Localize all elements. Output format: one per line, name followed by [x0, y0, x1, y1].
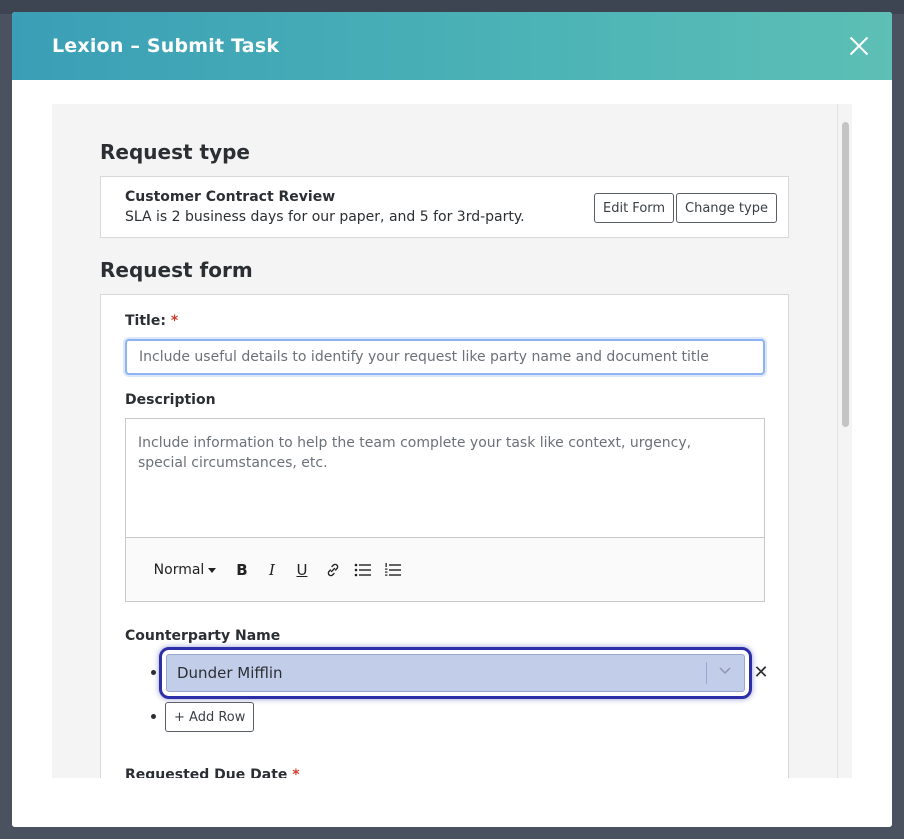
format-dropdown[interactable]: Normal	[153, 558, 217, 582]
modal-title: Lexion – Submit Task	[52, 35, 280, 57]
submit-task-modal: Lexion – Submit Task Request type Custom…	[12, 12, 892, 827]
select-divider	[706, 662, 707, 684]
description-editor[interactable]: Include information to help the team com…	[125, 418, 765, 602]
list-bullet	[151, 670, 156, 675]
title-input[interactable]: Include useful details to identify your …	[125, 339, 765, 375]
format-dropdown-label: Normal	[153, 562, 205, 578]
scrollbar-thumb[interactable]	[842, 122, 849, 427]
description-label: Description	[125, 392, 216, 408]
list-bullet	[151, 714, 156, 719]
request-form-card: Title: * Include useful details to ident…	[100, 294, 789, 778]
scrollbar[interactable]	[837, 104, 852, 778]
modal-header: Lexion – Submit Task	[12, 12, 892, 80]
title-label: Title: *	[125, 313, 178, 329]
add-row-button[interactable]: + Add Row	[165, 702, 255, 732]
due-date-label: Requested Due Date *	[125, 767, 300, 778]
underline-button[interactable]: U	[292, 558, 312, 582]
edit-form-button[interactable]: Edit Form	[594, 193, 675, 223]
counterparty-label: Counterparty Name	[125, 628, 281, 644]
link-icon[interactable]	[322, 558, 344, 582]
change-type-button[interactable]: Change type	[676, 193, 777, 223]
numbered-list-icon[interactable]	[382, 558, 404, 582]
required-mark: *	[292, 767, 300, 778]
bulleted-list-icon[interactable]	[352, 558, 374, 582]
modal-footer	[12, 778, 892, 827]
italic-button[interactable]: I	[262, 558, 282, 582]
close-icon[interactable]	[846, 33, 872, 59]
counterparty-value: Dunder Mifflin	[177, 664, 283, 682]
request-type-description: SLA is 2 business days for our paper, an…	[125, 209, 525, 225]
modal-body: Request type Customer Contract Review SL…	[52, 104, 852, 778]
counterparty-select[interactable]: Dunder Mifflin	[166, 654, 745, 692]
counterparty-select-focus: Dunder Mifflin	[159, 647, 752, 699]
description-placeholder: Include information to help the team com…	[138, 435, 692, 471]
editor-toolbar: Normal B I U	[126, 537, 764, 601]
request-type-heading: Request type	[100, 140, 250, 164]
caret-down-icon	[208, 567, 217, 573]
title-label-text: Title:	[125, 313, 166, 329]
bold-button[interactable]: B	[232, 558, 252, 582]
request-form-heading: Request form	[100, 258, 253, 282]
remove-icon[interactable]: ✕	[750, 661, 772, 683]
required-mark: *	[170, 313, 179, 329]
request-type-card: Customer Contract Review SLA is 2 busine…	[100, 176, 789, 238]
request-type-name: Customer Contract Review	[125, 189, 336, 205]
due-date-label-text: Requested Due Date	[125, 767, 288, 778]
chevron-down-icon[interactable]	[718, 663, 732, 677]
